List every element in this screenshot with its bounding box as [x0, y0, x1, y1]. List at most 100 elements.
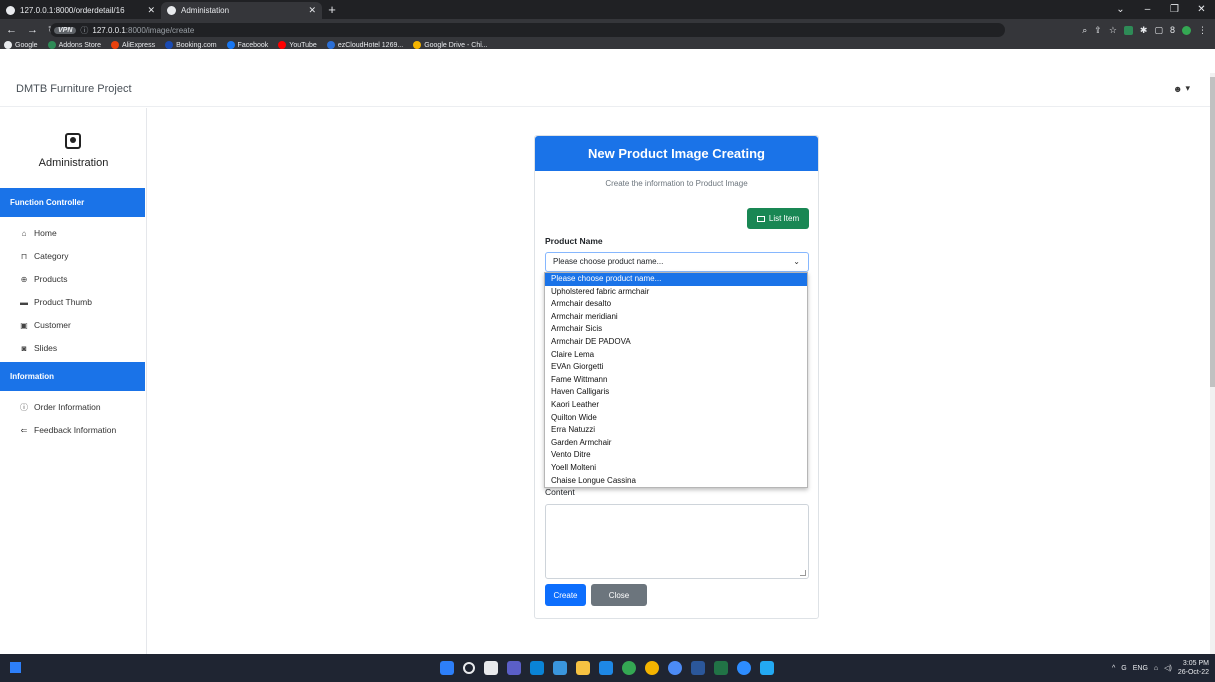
search-icon[interactable]: [463, 662, 475, 674]
dropdown-option[interactable]: Armchair DE PADOVA: [545, 336, 807, 349]
share-icon[interactable]: ⇪: [1094, 25, 1102, 36]
booking-icon: [165, 41, 174, 49]
dropdown-option[interactable]: Quilton Wide: [545, 412, 807, 425]
browser-tab-orderdetail[interactable]: 127.0.0.1:8000/orderdetail/16 ✕: [0, 2, 161, 19]
bookmark-ezcloud[interactable]: ezCloudHotel 1269...: [326, 41, 403, 49]
back-icon[interactable]: ←: [6, 24, 17, 36]
sidebar-item-product-thumb[interactable]: ▬ Product Thumb: [19, 296, 92, 308]
sidebar-item-label: Slides: [34, 343, 58, 353]
forward-icon[interactable]: →: [27, 24, 38, 36]
brand-title[interactable]: DMTB Furniture Project: [16, 83, 132, 95]
list-item-button[interactable]: List Item: [747, 208, 809, 229]
excel-icon[interactable]: [714, 661, 728, 675]
network-icon[interactable]: ⌂: [1154, 665, 1158, 672]
dropdown-option[interactable]: Erra Natuzzi: [545, 424, 807, 437]
page-scrollbar[interactable]: [1210, 73, 1215, 654]
dropdown-option[interactable]: Armchair meridiani: [545, 311, 807, 324]
sidebar-item-feedback-information[interactable]: ⇐ Feedback Information: [19, 424, 117, 436]
product-name-select[interactable]: Please choose product name... ⌄: [545, 252, 809, 272]
chrome-icon[interactable]: [622, 661, 636, 675]
scrollbar-thumb[interactable]: [1210, 77, 1215, 387]
facebook-icon: [226, 41, 235, 49]
edge-icon[interactable]: [530, 661, 544, 675]
bookmark-addons[interactable]: Addons Store: [47, 41, 101, 49]
mail-icon[interactable]: [599, 661, 613, 675]
product-name-label: Product Name: [545, 236, 603, 246]
dropdown-option[interactable]: EVAn Giorgetti: [545, 361, 807, 374]
user-menu[interactable]: ☻ ▾: [1173, 83, 1190, 94]
language-indicator[interactable]: ENG: [1133, 665, 1148, 672]
volume-icon[interactable]: ◁): [1164, 664, 1172, 672]
store-icon[interactable]: [553, 661, 567, 675]
sidebar-item-customer[interactable]: ▣ Customer: [19, 319, 71, 331]
chevron-up-icon[interactable]: ^: [1112, 665, 1115, 672]
home-icon: ⌂: [21, 228, 27, 238]
info-icon[interactable]: ⓘ: [80, 25, 88, 36]
bookmark-facebook[interactable]: Facebook: [226, 41, 268, 49]
content-textarea[interactable]: [545, 504, 809, 579]
zoom-icon[interactable]: ⌕: [1082, 25, 1087, 36]
puzzle-icon[interactable]: ✱: [1140, 25, 1148, 36]
dropdown-option[interactable]: Kaori Leather: [545, 399, 807, 412]
star-icon[interactable]: ☆: [1109, 25, 1117, 36]
word-icon[interactable]: [691, 661, 705, 675]
bookmark-booking[interactable]: Booking.com: [165, 41, 217, 49]
dropdown-option[interactable]: Upholstered fabric armchair: [545, 286, 807, 299]
bookmark-youtube[interactable]: YouTube: [278, 41, 317, 49]
chat-icon[interactable]: [507, 661, 521, 675]
vscode-icon[interactable]: [760, 661, 774, 675]
create-button[interactable]: Create: [545, 584, 586, 606]
address-bar[interactable]: VPN ⓘ 127.0.0.1:8000/image/create: [50, 23, 1005, 37]
skype-icon[interactable]: [668, 661, 682, 675]
select-value: Please choose product name...: [553, 257, 664, 266]
category-icon: ⊓: [20, 251, 28, 261]
widgets-icon[interactable]: [10, 662, 21, 673]
profile-icon[interactable]: 8: [1170, 25, 1175, 35]
dropdown-option[interactable]: Armchair Sicis: [545, 323, 807, 336]
start-icon[interactable]: [440, 661, 454, 675]
task-view-icon[interactable]: [484, 661, 498, 675]
dropdown-option[interactable]: Armchair desalto: [545, 298, 807, 311]
dropdown-option[interactable]: Chaise Longue Cassina: [545, 475, 807, 488]
dropdown-option[interactable]: Fame Wittmann: [545, 374, 807, 387]
update-icon[interactable]: [1182, 25, 1191, 35]
dropdown-option[interactable]: Please choose product name...: [545, 273, 807, 286]
bookmark-drive[interactable]: Google Drive - Chỉ...: [413, 41, 488, 49]
sidebar-item-products[interactable]: ⊕ Products: [19, 273, 68, 285]
window-controls: ⌄ – ❐ ✕: [1107, 0, 1215, 19]
close-window-icon[interactable]: ✕: [1188, 0, 1215, 19]
vpn-badge[interactable]: VPN: [54, 26, 77, 34]
restore-icon[interactable]: ❐: [1161, 0, 1188, 19]
dropdown-option[interactable]: Haven Calligaris: [545, 386, 807, 399]
new-tab-icon[interactable]: +: [322, 2, 342, 19]
menu-icon[interactable]: ⋮: [1198, 25, 1207, 36]
sidebar-item-slides[interactable]: ◙ Slides: [19, 342, 58, 354]
feedback-icon: ⇐: [20, 425, 28, 435]
sidebar-item-category[interactable]: ⊓ Category: [19, 250, 69, 262]
sidepanel-icon[interactable]: ▢: [1154, 25, 1163, 36]
bookmark-google[interactable]: Google: [4, 41, 38, 49]
browser-tabbar: 127.0.0.1:8000/orderdetail/16 ✕ Administ…: [0, 0, 1215, 19]
close-button[interactable]: Close: [591, 584, 647, 606]
explorer-icon[interactable]: [576, 661, 590, 675]
chevron-down-icon[interactable]: ⌄: [1107, 0, 1134, 19]
close-icon[interactable]: ✕: [308, 5, 316, 16]
dropdown-option[interactable]: Claire Lema: [545, 349, 807, 362]
sidebar-item-order-information[interactable]: ⓘ Order Information: [19, 401, 101, 413]
dropdown-option[interactable]: Vento Ditre: [545, 449, 807, 462]
clock[interactable]: 3:05 PM 26-Oct-22: [1178, 659, 1209, 677]
sidebar-item-label: Category: [34, 251, 69, 261]
tray-app-icon[interactable]: G: [1121, 665, 1126, 672]
browser-tab-administation[interactable]: Administation ✕: [161, 2, 322, 19]
dropdown-option[interactable]: Garden Armchair: [545, 437, 807, 450]
sidebar: Administration Function Controller ⌂ Hom…: [0, 108, 147, 654]
close-icon[interactable]: ✕: [147, 5, 155, 16]
bookmark-aliexpress[interactable]: AliExpress: [111, 41, 155, 49]
sidebar-item-label: Product Thumb: [34, 297, 92, 307]
sidebar-item-home[interactable]: ⌂ Home: [19, 227, 57, 239]
dropdown-option[interactable]: Yoell Molteni: [545, 462, 807, 475]
zoom-app-icon[interactable]: [737, 661, 751, 675]
minimize-icon[interactable]: –: [1134, 0, 1161, 19]
extension-icon[interactable]: [1123, 25, 1133, 35]
coccoc-icon[interactable]: [645, 661, 659, 675]
